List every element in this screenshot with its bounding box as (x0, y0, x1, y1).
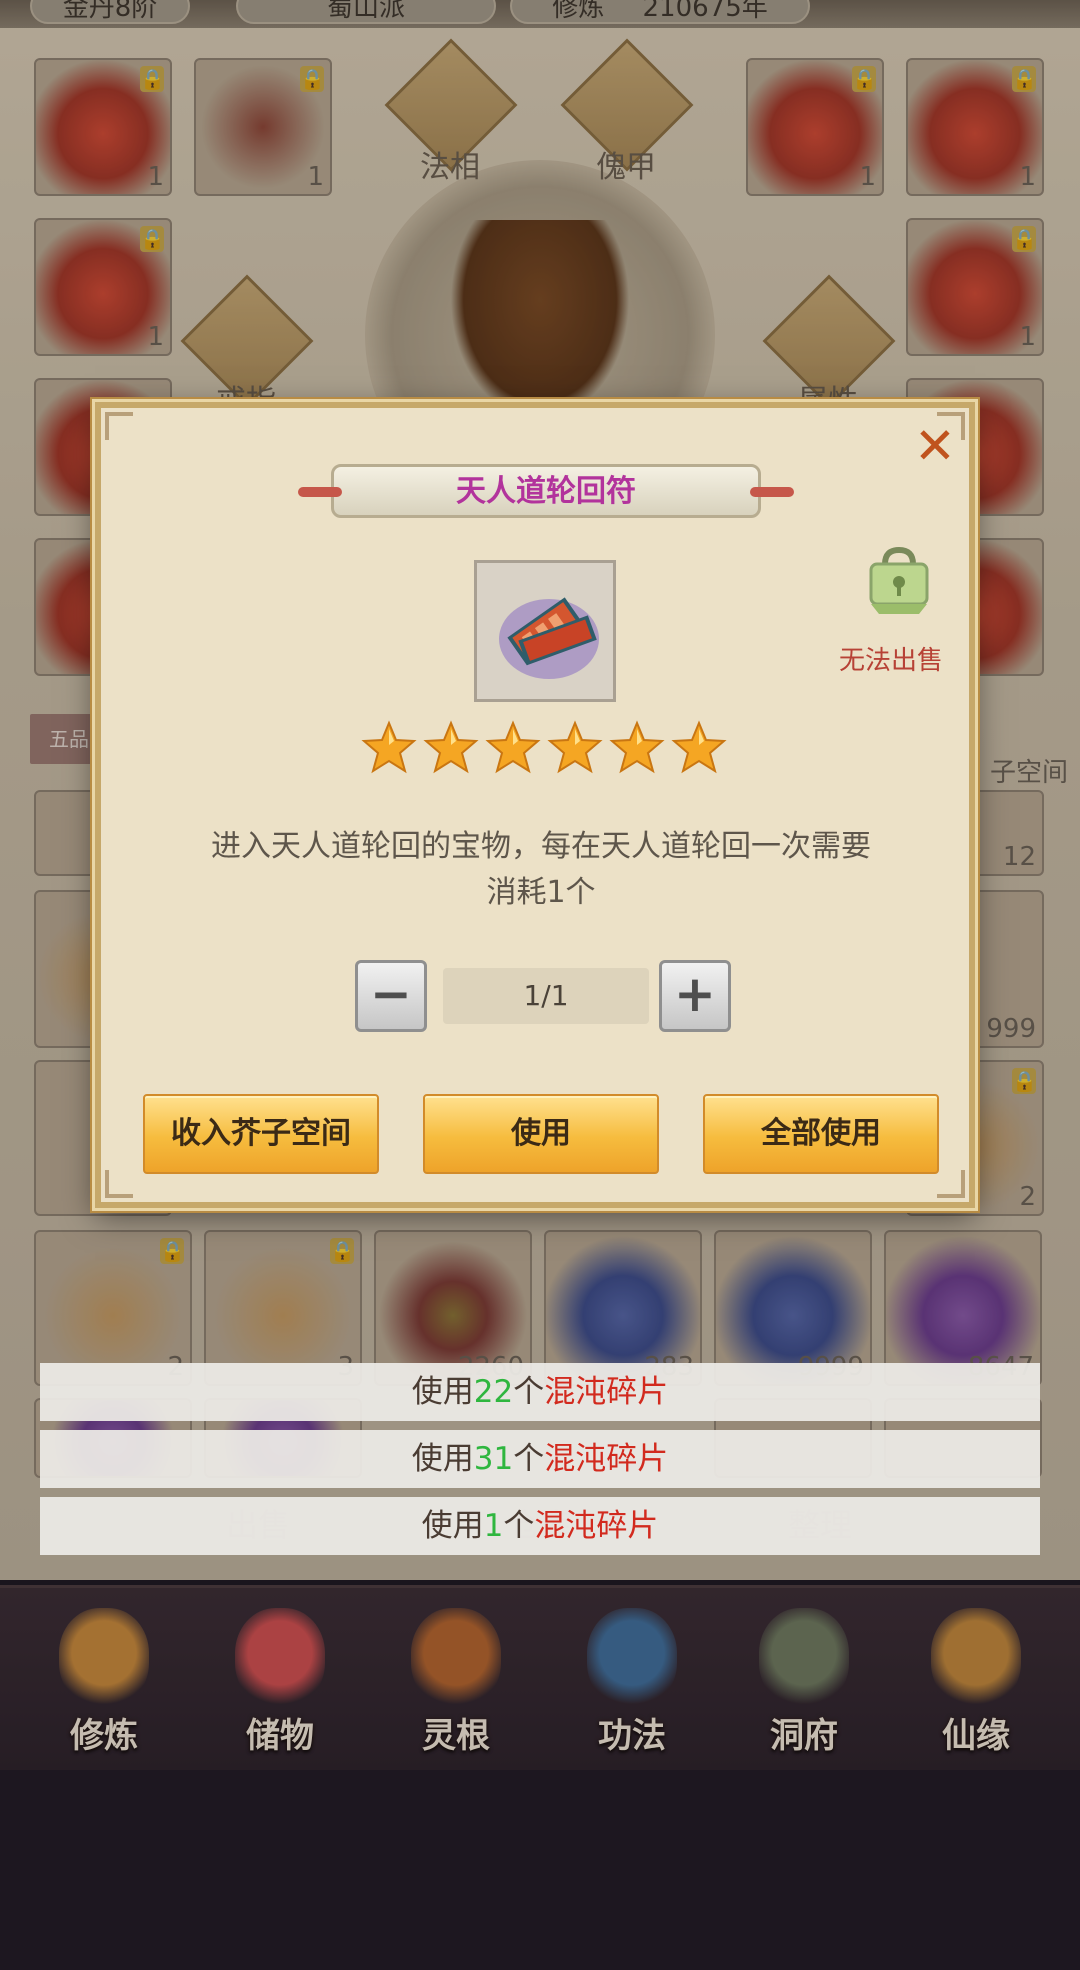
toast-count: 31 (473, 1441, 514, 1477)
decrease-quantity-button[interactable]: − (355, 960, 427, 1032)
star-icon (609, 720, 665, 774)
increase-quantity-button[interactable]: + (659, 960, 731, 1032)
store-in-space-button[interactable]: 收入芥子空间 (143, 1094, 379, 1174)
toast-prefix: 使用 (421, 1508, 484, 1544)
item-description: 进入天人道轮回的宝物，每在天人道轮回一次需要 消耗1个 (131, 824, 951, 916)
toast-prefix: 使用 (411, 1374, 474, 1410)
star-icon (361, 720, 417, 774)
star-rating (361, 720, 731, 780)
toast-message: 使用31个混沌碎片 (40, 1430, 1040, 1488)
star-icon (485, 720, 541, 774)
toast-mid: 个 (503, 1508, 535, 1544)
star-icon (547, 720, 603, 774)
toast-item: 混沌碎片 (544, 1441, 669, 1477)
item-title: 天人道轮回符 (456, 474, 636, 509)
use-all-button[interactable]: 全部使用 (703, 1094, 939, 1174)
title-plate: 天人道轮回符 (298, 464, 794, 518)
star-icon (423, 720, 479, 774)
description-line: 消耗1个 (486, 875, 596, 910)
frame-corner (105, 1170, 133, 1198)
screen-floor (0, 1770, 1080, 1970)
star-icon (671, 720, 727, 774)
toast-count: 1 (483, 1508, 504, 1544)
toast-prefix: 使用 (411, 1441, 474, 1477)
lock-no-sell-icon (869, 546, 929, 614)
toast-mid: 个 (513, 1441, 545, 1477)
item-icon-frame (474, 560, 616, 702)
frame-corner (937, 1170, 965, 1198)
use-button[interactable]: 使用 (423, 1094, 659, 1174)
close-icon[interactable]: ✕ (911, 421, 959, 471)
toast-message: 使用22个混沌碎片 (40, 1363, 1040, 1421)
toast-message: 使用1个混沌碎片 (40, 1497, 1040, 1555)
talisman-scroll-icon (499, 597, 599, 679)
toast-item: 混沌碎片 (534, 1508, 659, 1544)
quantity-field[interactable]: 1/1 (443, 968, 649, 1024)
toast-mid: 个 (513, 1374, 545, 1410)
toast-count: 22 (473, 1374, 514, 1410)
item-detail-dialog: ✕ 天人道轮回符 无法出售 进入天人道轮回的宝物，每在天人道轮回一次需要 消耗1… (95, 402, 975, 1208)
no-sell-label: 无法出售 (838, 646, 943, 676)
toast-item: 混沌碎片 (544, 1374, 669, 1410)
description-line: 进入天人道轮回的宝物，每在天人道轮回一次需要 (211, 829, 871, 864)
frame-corner (105, 412, 133, 440)
